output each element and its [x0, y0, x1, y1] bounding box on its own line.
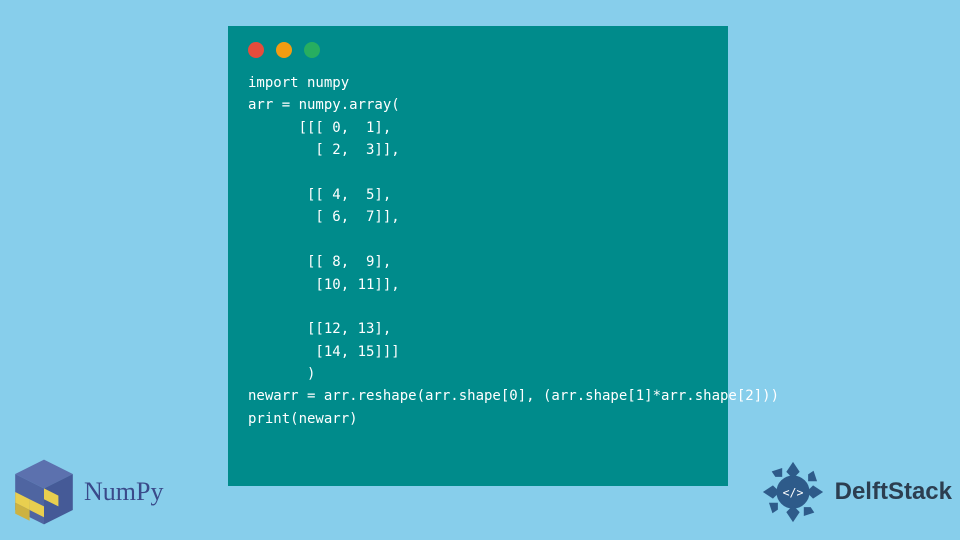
numpy-branding: NumPy: [8, 456, 163, 528]
numpy-cube-icon: [8, 456, 80, 528]
code-content: import numpy arr = numpy.array( [[[ 0, 1…: [248, 72, 708, 430]
delftstack-label: DelftStack: [835, 478, 952, 506]
numpy-label: NumPy: [84, 477, 163, 507]
code-window: import numpy arr = numpy.array( [[[ 0, 1…: [228, 26, 728, 486]
close-icon: [248, 42, 264, 58]
maximize-icon: [304, 42, 320, 58]
traffic-lights: [248, 42, 708, 58]
minimize-icon: [276, 42, 292, 58]
delftstack-logo-icon: </>: [757, 456, 829, 528]
delftstack-branding: </> DelftStack: [757, 456, 952, 528]
svg-text:</>: </>: [782, 485, 803, 499]
